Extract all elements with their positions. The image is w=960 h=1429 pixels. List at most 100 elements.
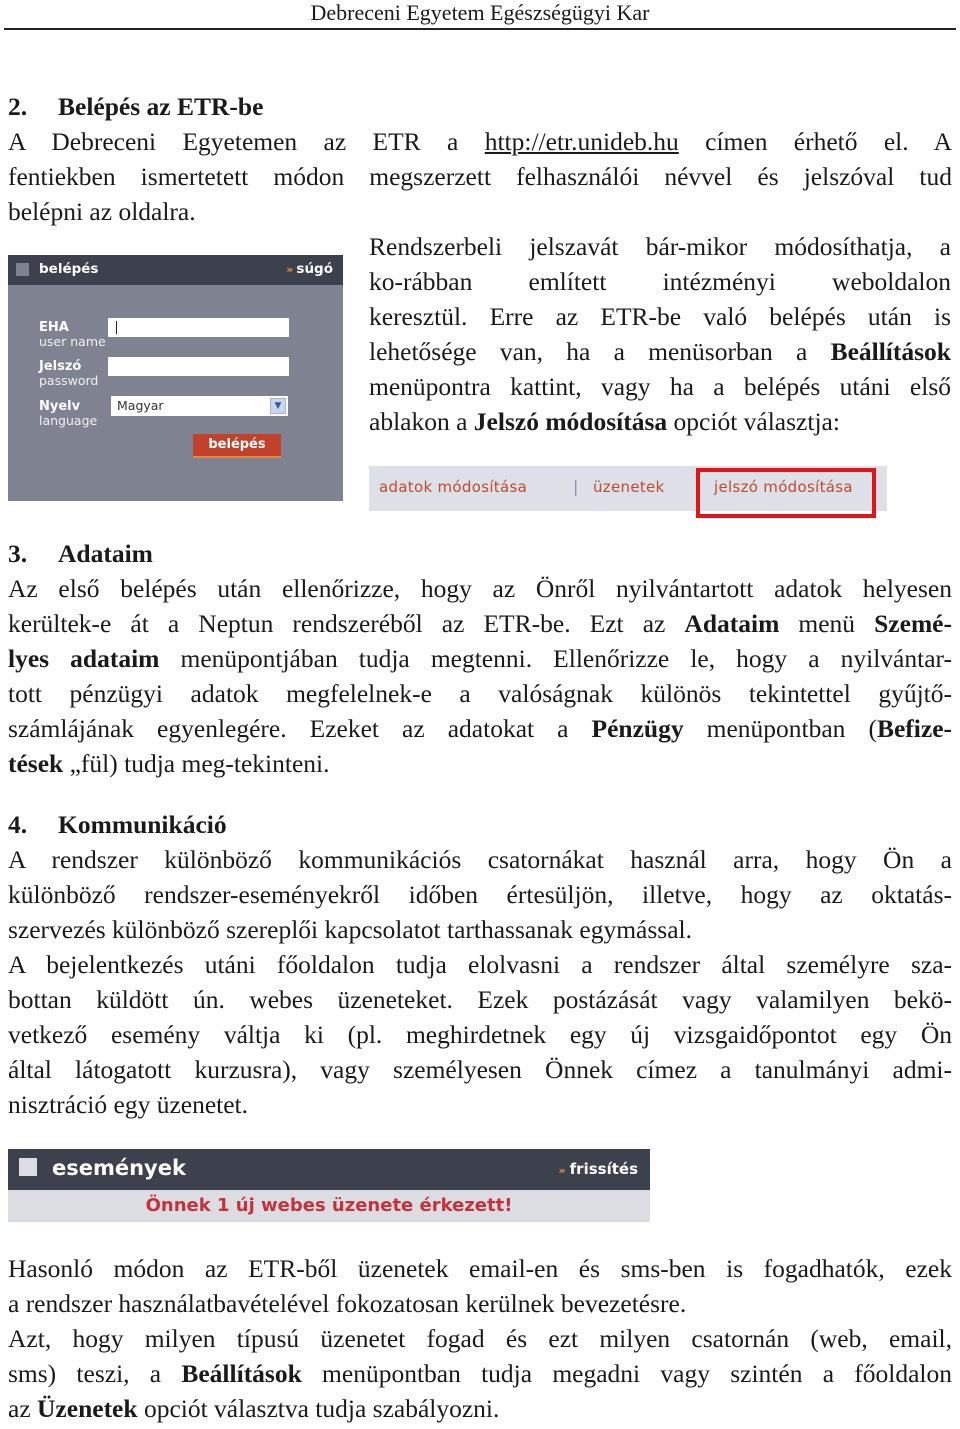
- login-panel-header: belépés » súgó: [8, 255, 343, 285]
- login-button[interactable]: belépés: [193, 434, 281, 458]
- text-run: tott pénzügyi adatok megfelelnek-e a val…: [8, 679, 952, 708]
- text-run: A Debreceni Egyetemen az ETR a: [8, 127, 485, 156]
- bold-term: Beállítások: [181, 1359, 302, 1388]
- password-label: Jelszó password: [39, 360, 98, 388]
- username-label-main: EHA: [39, 320, 69, 335]
- username-label-sub: user name: [39, 334, 106, 349]
- text-line: különböző rendszer-eseményekről időben é…: [8, 880, 952, 909]
- text-line: számlájának egyenlegére. Ezeket az adato…: [8, 711, 952, 746]
- bold-term: Pénzügy: [591, 714, 684, 743]
- header-rule: [4, 28, 956, 30]
- language-label-main: Nyelv: [39, 399, 81, 414]
- section-4-body: A rendszer különböző kommunikációs csato…: [8, 842, 952, 1122]
- section-number: 3.: [8, 539, 28, 568]
- language-label: Nyelv language: [39, 400, 97, 428]
- text-line: által látogatott kurzusra), vagy személy…: [8, 1055, 952, 1084]
- username-input[interactable]: [108, 318, 289, 337]
- text-run: az: [8, 1394, 38, 1423]
- text-line: Rendszerbeli jelszavát bár-mikor módosít…: [369, 232, 951, 261]
- text-run: Az első belépés után ellenőrizze, hogy a…: [8, 574, 952, 603]
- text-line: lyes adataim menüpontjában tudja megtenn…: [8, 641, 952, 676]
- section-4-heading: 4. Kommunikáció: [8, 807, 227, 842]
- text-run: menüpontban (: [683, 714, 877, 743]
- text-line: tések „fül) tudja meg-tekinteni.: [8, 746, 952, 781]
- events-panel-title: események: [52, 1156, 186, 1180]
- language-selected-value: Magyar: [117, 398, 164, 413]
- text-line: vetkező esemény váltja ki (pl. meghirdet…: [8, 1020, 952, 1049]
- etr-link[interactable]: http://etr.unideb.hu: [485, 127, 679, 156]
- login-panel: belépés » súgó EHA user name Jelszó passw…: [8, 255, 343, 501]
- text-line: belépni az oldalra.: [8, 197, 196, 226]
- text-run: kerültek-e át a Neptun rendszeréből az E…: [8, 609, 685, 638]
- section-3-heading: 3. Adataim: [8, 536, 153, 571]
- text-line: A rendszer különböző kommunikációs csato…: [8, 845, 952, 874]
- text-line: keresztül. Erre az ETR-be való belépés u…: [369, 302, 951, 331]
- closing-text: Hasonló módon az ETR-ből üzenetek email-…: [8, 1251, 952, 1426]
- section-2-intro: A Debreceni Egyetemen az ETR a http://et…: [8, 124, 952, 229]
- section-2-side-text: Rendszerbeli jelszavát bár-mikor módosít…: [369, 229, 951, 439]
- text-run: ablakon a: [369, 407, 474, 436]
- section-number: 2.: [8, 92, 28, 121]
- text-cursor: [116, 321, 117, 334]
- bold-term: Jelszó módosítása: [473, 407, 668, 436]
- text-run: menüpontjában tudja megtenni. Ellenőrizz…: [159, 644, 953, 673]
- text-line: nisztráció egy üzenetet.: [8, 1090, 249, 1119]
- running-header: Debreceni Egyetem Egészségügyi Kar: [310, 0, 650, 25]
- bold-term: Beállítások: [830, 337, 951, 366]
- help-link-label: súgó: [296, 261, 333, 277]
- text-run: menü: [779, 609, 875, 638]
- language-label-sub: language: [39, 413, 98, 428]
- text-line: szervezés különböző szereplői kapcsolato…: [8, 915, 693, 944]
- password-input[interactable]: [108, 357, 289, 376]
- panel-square-icon: [19, 1158, 37, 1176]
- bold-term: Szemé-: [874, 609, 952, 638]
- text-run: lehetősége van, ha a menüsorban a: [369, 337, 831, 366]
- text-run: opciót választva tudja szabályozni.: [137, 1394, 500, 1423]
- text-line: A bejelentkezés utáni főoldalon tudja el…: [8, 950, 952, 979]
- bold-term: tések: [8, 749, 64, 778]
- text-line: Azt, hogy milyen típusú üzenetet fogad é…: [8, 1324, 952, 1353]
- bold-term: Befize-: [876, 714, 952, 743]
- username-label: EHA user name: [39, 321, 106, 349]
- chevron-down-icon[interactable]: ▼: [270, 398, 286, 414]
- text-line: Hasonló módon az ETR-ből üzenetek email-…: [8, 1254, 952, 1283]
- text-run: „fül) tudja meg-tekinteni.: [63, 749, 330, 778]
- tab-adatok-modositasa[interactable]: adatok módosítása: [379, 478, 527, 496]
- text-line: bottan küldött ún. webes üzeneteket. Eze…: [8, 985, 952, 1014]
- refresh-link-label: frissítés: [569, 1160, 638, 1178]
- text-line: menüpontra kattint, vagy ha a belépés ut…: [369, 372, 951, 401]
- tab-uzenetek[interactable]: üzenetek: [593, 478, 665, 496]
- text-line: kerültek-e át a Neptun rendszeréből az E…: [8, 606, 952, 641]
- bold-term: Adataim: [684, 609, 780, 638]
- section-2-heading: 2. Belépés az ETR-be: [8, 89, 263, 124]
- text-line: ablakon a Jelszó módosítása opciót válas…: [369, 404, 951, 439]
- section-3-body: Az első belépés után ellenőrizze, hogy a…: [8, 571, 952, 781]
- text-line: Az első belépés után ellenőrizze, hogy a…: [8, 571, 952, 606]
- help-link[interactable]: » súgó: [286, 261, 333, 277]
- text-line: tott pénzügyi adatok megfelelnek-e a val…: [8, 676, 952, 711]
- text-line: a rendszer használatbavételével fokozato…: [8, 1289, 687, 1318]
- text-line: sms) teszi, a Beállítások menüpontban tu…: [8, 1356, 952, 1391]
- text-run: címen érhető el. A: [678, 127, 952, 156]
- text-line: ko-rábban említett intézményi weboldalon: [369, 267, 951, 296]
- password-label-main: Jelszó: [39, 359, 82, 374]
- events-panel: események » frissítés Önnek 1 új webes üz…: [8, 1149, 650, 1222]
- section-title: Belépés az ETR-be: [58, 92, 264, 121]
- text-run: sms) teszi, a: [8, 1359, 182, 1388]
- section-number: 4.: [8, 810, 28, 839]
- text-line: az Üzenetek opciót választva tudja szabá…: [8, 1391, 952, 1426]
- language-select[interactable]: Magyar ▼: [111, 396, 288, 416]
- refresh-link[interactable]: » frissítés: [559, 1160, 638, 1178]
- text-run: számlájának egyenlegére. Ezeket az adato…: [8, 714, 592, 743]
- section-title: Kommunikáció: [58, 810, 227, 839]
- new-message-notice[interactable]: Önnek 1 új webes üzenete érkezett!: [8, 1195, 650, 1216]
- panel-square-icon: [16, 263, 29, 276]
- text-line: A Debreceni Egyetemen az ETR a http://et…: [8, 124, 952, 159]
- login-panel-title: belépés: [39, 261, 99, 277]
- events-panel-header: események » frissítés: [8, 1149, 650, 1190]
- settings-tab-bar: adatok módosítása | üzenetek jelszó módo…: [369, 466, 887, 521]
- highlight-box: [696, 468, 876, 518]
- password-label-sub: password: [39, 373, 99, 388]
- double-chevron-right-icon: »: [558, 1164, 566, 1177]
- text-line: fentiekben ismertetett módon megszerzett…: [8, 162, 952, 191]
